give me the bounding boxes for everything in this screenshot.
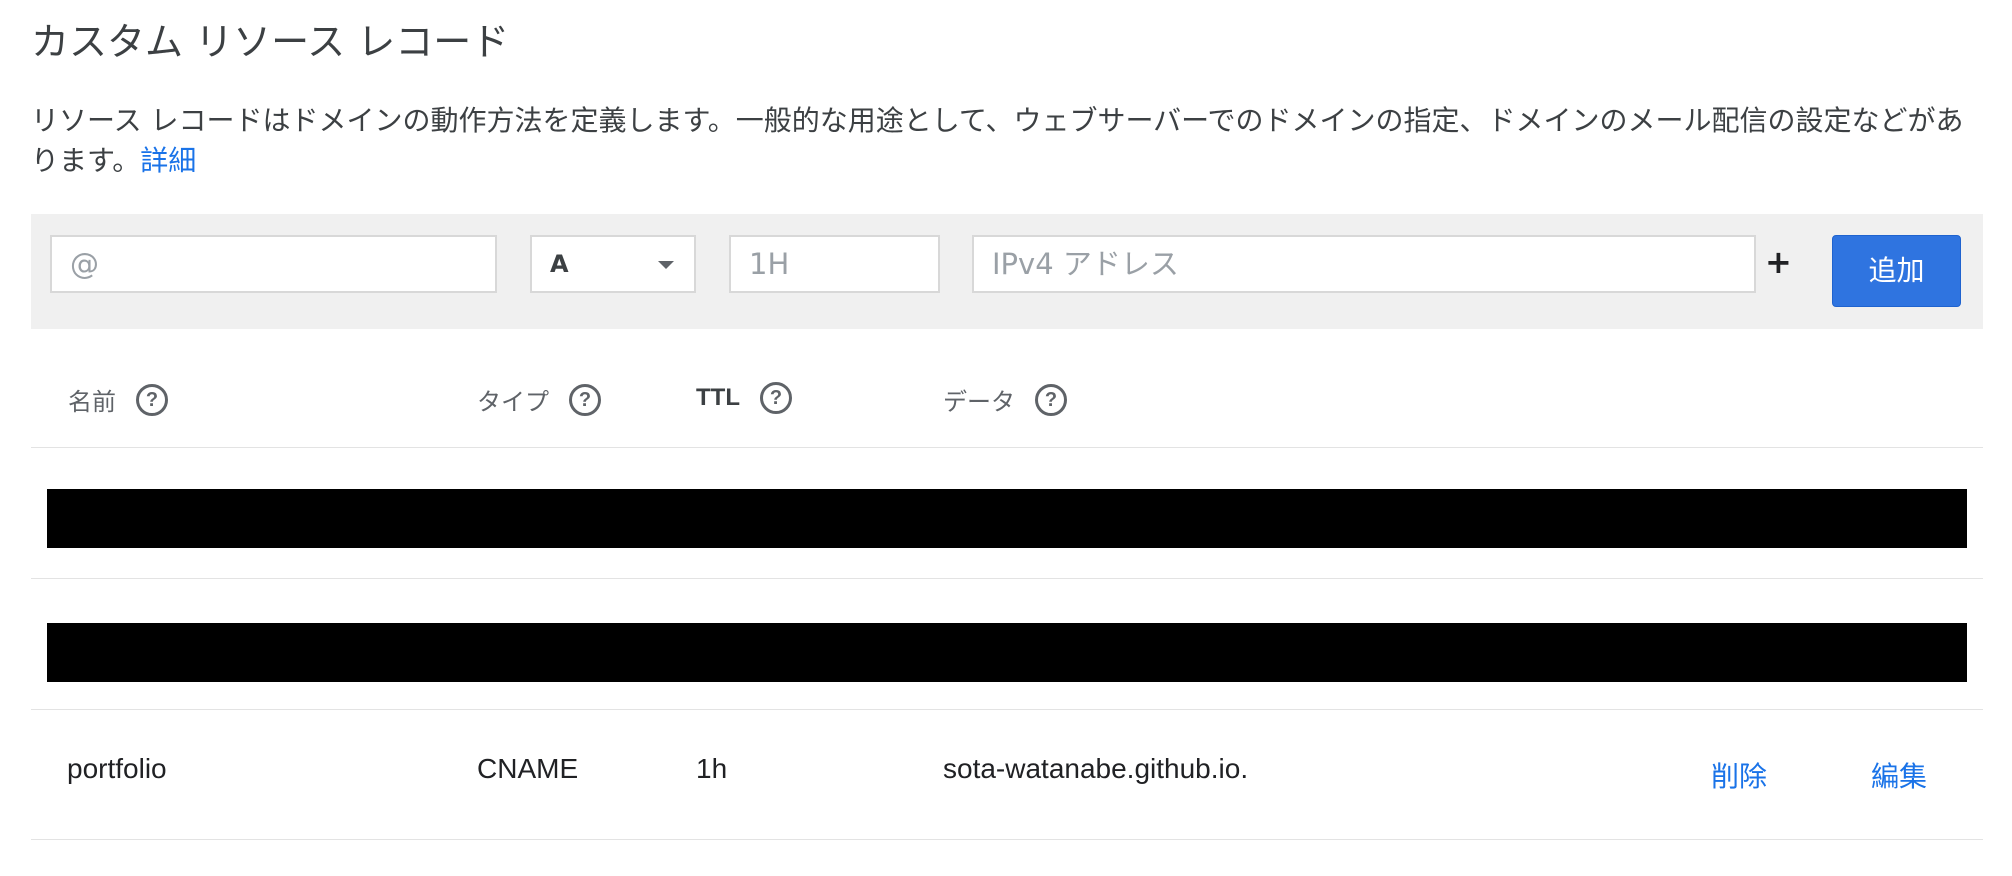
table-header: 名前 ? タイプ ? TTL ? データ ?: [31, 370, 1983, 447]
dropdown-caret-icon: [658, 261, 674, 269]
help-circle-icon[interactable]: ?: [759, 382, 792, 414]
record-name: portfolio: [67, 753, 167, 784]
row-divider: [31, 578, 1983, 579]
column-header-name: 名前 ?: [68, 382, 168, 417]
column-header-ttl-label: TTL: [696, 384, 740, 411]
record-ttl: 1h: [696, 753, 728, 784]
learn-more-link[interactable]: 詳細: [140, 144, 196, 177]
column-header-data: データ ?: [943, 382, 1067, 417]
column-header-type: タイプ ?: [477, 382, 601, 417]
name-input[interactable]: @: [50, 235, 497, 293]
redacted-row: [47, 489, 1967, 548]
column-header-ttl: TTL ?: [696, 382, 792, 414]
help-circle-icon[interactable]: ?: [136, 383, 168, 416]
column-header-type-label: タイプ: [477, 388, 549, 416]
record-type: CNAME: [477, 753, 579, 784]
data-input[interactable]: IPv4 アドレス: [972, 235, 1756, 293]
row-divider: [31, 839, 1983, 840]
record-data: sota-watanabe.github.io.: [943, 753, 1249, 784]
add-button[interactable]: 追加: [1832, 235, 1961, 307]
help-circle-icon[interactable]: ?: [569, 383, 601, 416]
add-record-form: @ A 1H IPv4 アドレス + 追加: [31, 214, 1983, 329]
ttl-input[interactable]: 1H: [729, 235, 940, 293]
plus-icon[interactable]: +: [1765, 244, 1792, 280]
table-row: portfolio CNAME 1h sota-watanabe.github.…: [31, 709, 1983, 839]
column-header-data-label: データ: [943, 388, 1015, 416]
column-header-name-label: 名前: [68, 388, 116, 416]
description-text: リソース レコードはドメインの動作方法を定義します。一般的な用途として、ウェブサ…: [31, 104, 1964, 177]
delete-button[interactable]: 削除: [1711, 755, 1767, 795]
redacted-row: [47, 623, 1967, 682]
section-description: リソース レコードはドメインの動作方法を定義します。一般的な用途として、ウェブサ…: [31, 101, 1991, 181]
help-circle-icon[interactable]: ?: [1035, 383, 1067, 416]
row-divider: [31, 447, 1983, 448]
type-select-value: A: [550, 250, 569, 278]
page-title: カスタム リソース レコード: [31, 20, 510, 64]
edit-button[interactable]: 編集: [1871, 755, 1927, 795]
type-select[interactable]: A: [530, 235, 696, 293]
